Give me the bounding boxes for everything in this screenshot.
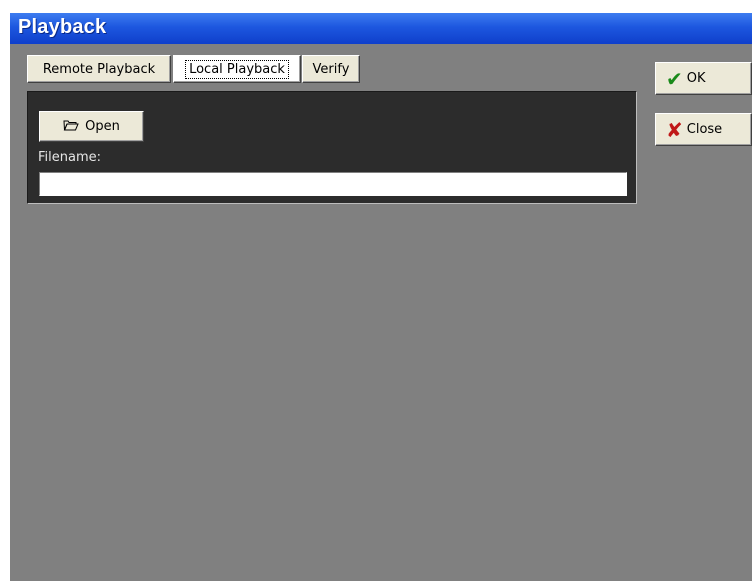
open-button[interactable]: Open xyxy=(39,111,144,142)
check-icon: ✔ xyxy=(666,66,683,91)
window-title: Playback xyxy=(18,16,107,38)
filename-label: Filename: xyxy=(38,150,102,165)
tab-local-playback[interactable]: Local Playback xyxy=(173,55,301,83)
tab-remote-playback[interactable]: Remote Playback xyxy=(27,55,171,83)
local-playback-panel: Open Filename: xyxy=(27,91,637,204)
open-label: Open xyxy=(85,119,120,134)
ok-label: OK xyxy=(686,71,706,86)
close-button[interactable]: ✘ Close xyxy=(655,113,752,146)
playback-window: Playback Remote Playback Local Playback … xyxy=(10,13,752,581)
title-bar[interactable]: Playback xyxy=(10,13,752,44)
tab-label: Local Playback xyxy=(185,59,289,79)
tab-label: Remote Playback xyxy=(42,61,156,77)
tab-label: Verify xyxy=(312,61,350,77)
ok-button[interactable]: ✔ OK xyxy=(655,62,752,95)
close-label: Close xyxy=(686,122,723,137)
x-icon: ✘ xyxy=(666,117,683,142)
filename-input[interactable] xyxy=(39,172,627,196)
folder-open-icon xyxy=(63,119,79,135)
tab-verify[interactable]: Verify xyxy=(302,55,360,83)
